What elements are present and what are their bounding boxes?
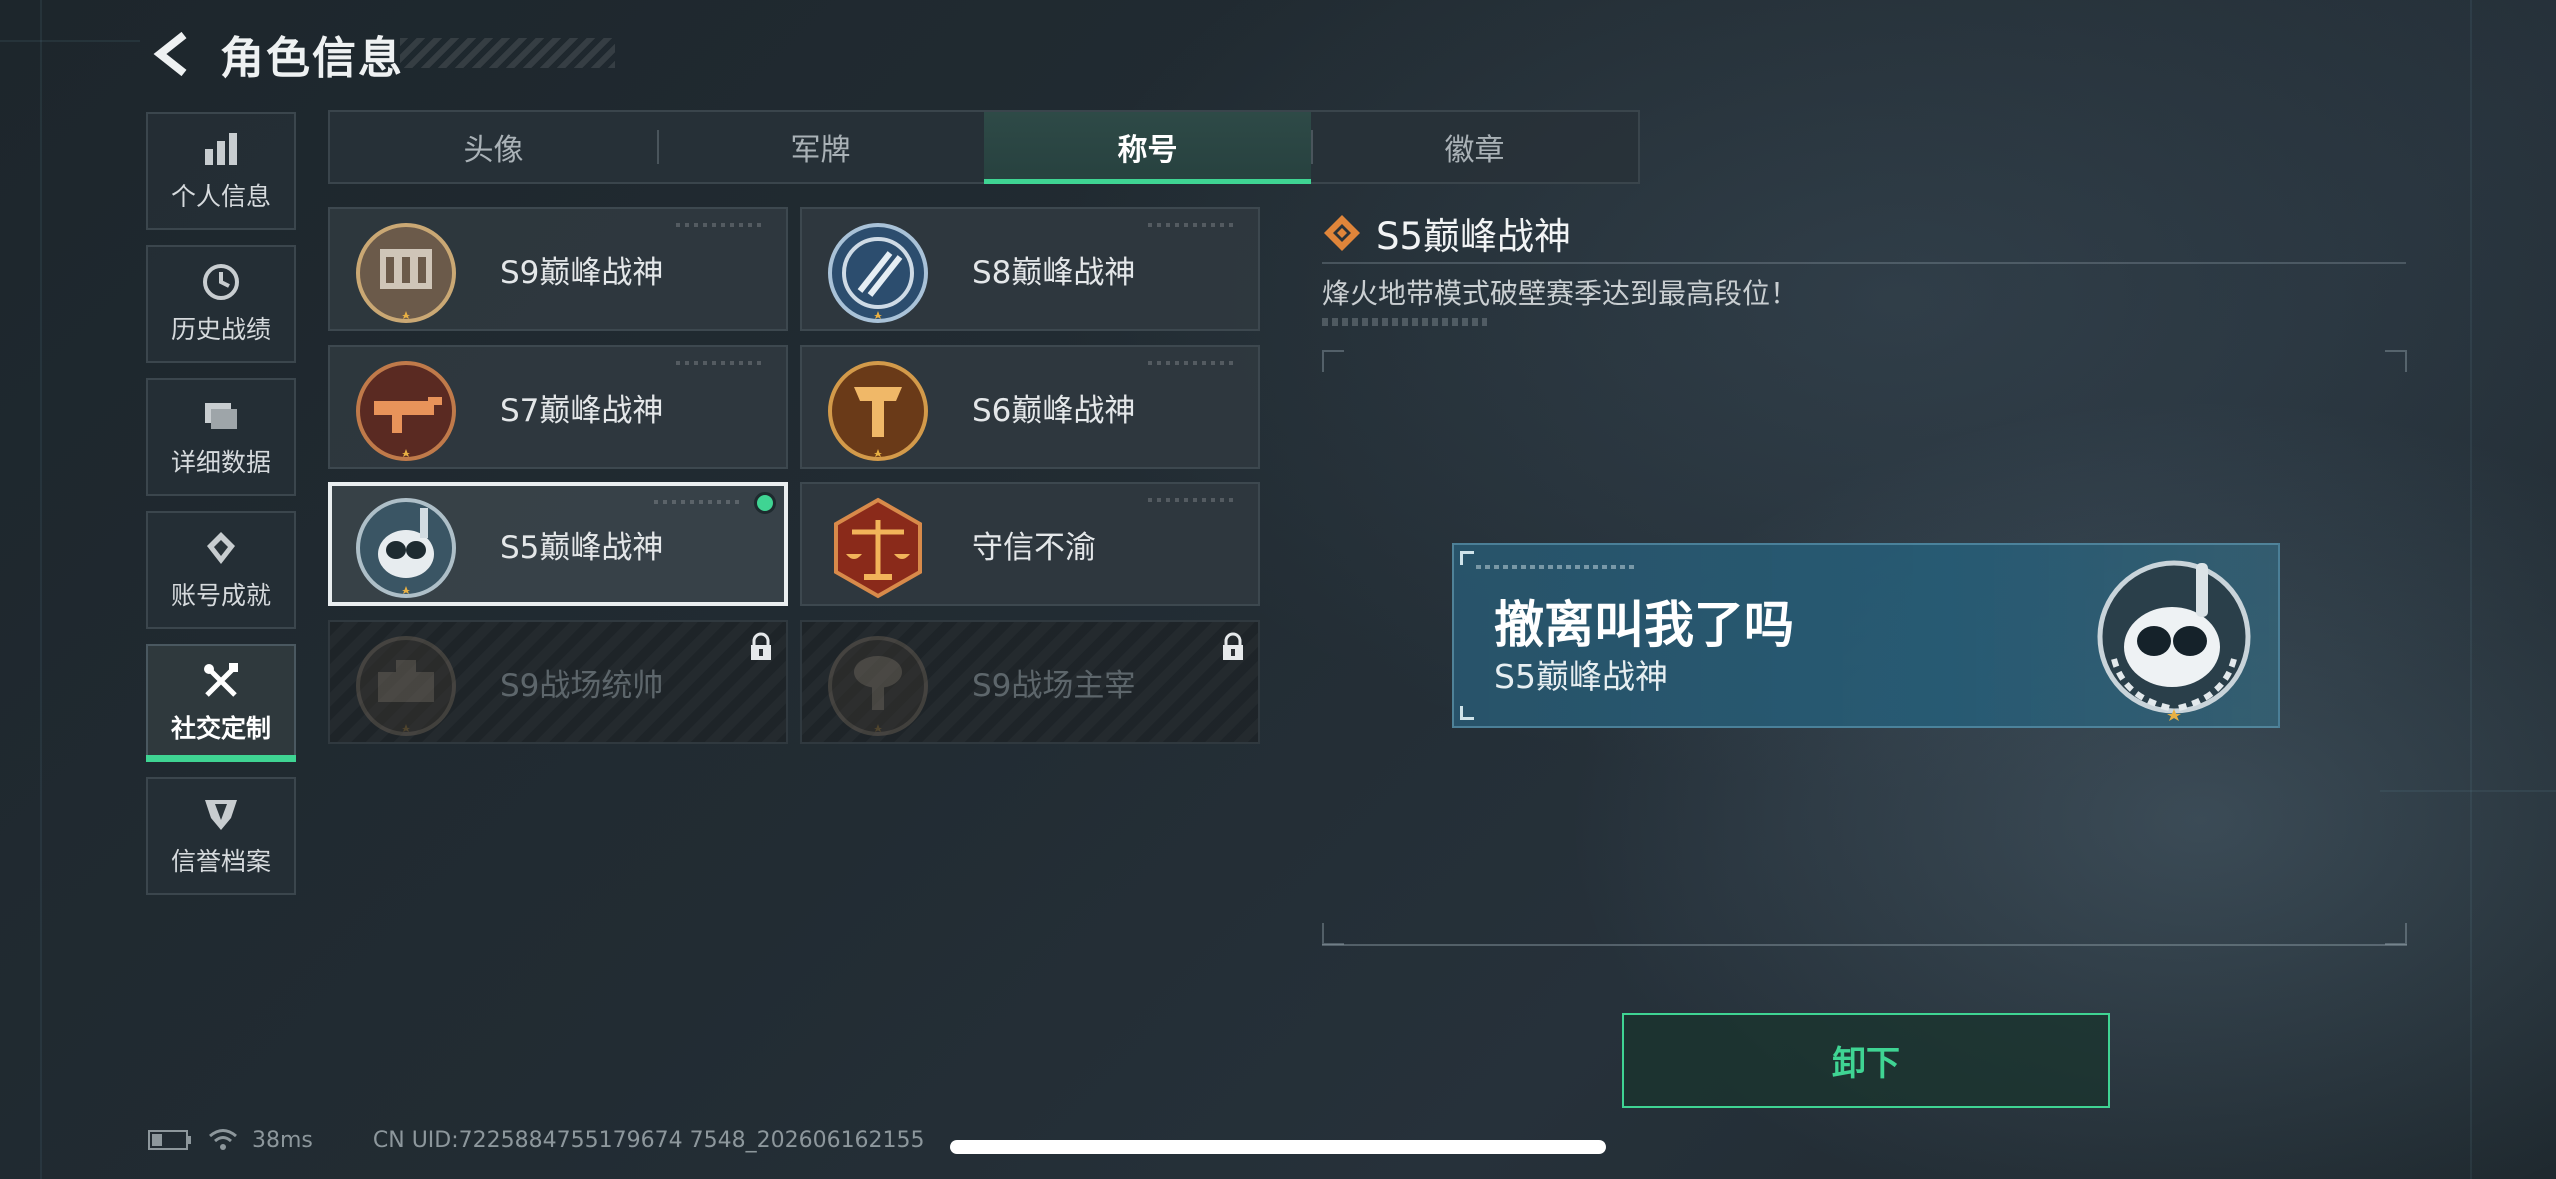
sidebar-item-social-custom[interactable]: 社交定制 (146, 644, 296, 762)
s5-peak-emblem-icon (2097, 560, 2251, 721)
unequip-button[interactable]: 卸下 (1622, 1013, 2110, 1108)
scales-emblem-icon (834, 497, 922, 599)
nameplate-corner (1460, 706, 1474, 720)
sidebar-item-label: 信誉档案 (170, 847, 271, 876)
title-card-s5-peak[interactable]: S5巅峰战神 (328, 482, 788, 606)
rarity-diamond-icon (1324, 215, 1360, 251)
sidebar-item-label: 社交定制 (170, 714, 271, 743)
home-indicator[interactable] (950, 1140, 1606, 1154)
sidebar-item-label: 个人信息 (170, 182, 271, 211)
sidebar-item-achievements[interactable]: 账号成就 (146, 511, 296, 629)
tab-badge[interactable]: 徽章 (1311, 112, 1638, 182)
title-card-keep-faith[interactable]: 守信不渝 (800, 482, 1260, 606)
s8-peak-emblem-icon (828, 223, 928, 323)
lock-icon (1223, 632, 1243, 660)
folder-icon (205, 403, 237, 429)
sidebar: 个人信息 历史战绩 详细数据 账号成就 社交定制 信誉档案 (146, 112, 296, 910)
title-card-label: S9巅峰战神 (500, 254, 664, 291)
tab-dog-tag[interactable]: 军牌 (657, 112, 984, 182)
s9-dominator-emblem-icon (828, 636, 928, 736)
s9-peak-emblem-icon (356, 223, 456, 323)
wifi-icon (209, 1129, 237, 1150)
s5-peak-emblem-icon (356, 498, 456, 598)
page-title: 角色信息 (220, 33, 404, 84)
sidebar-item-label: 历史战绩 (170, 315, 271, 344)
shield-icon (205, 800, 237, 830)
nameplate-corner (1460, 551, 1474, 565)
clock-icon (203, 264, 239, 300)
detail-header: S5巅峰战神 (1322, 206, 1571, 260)
nameplate-player-name: 撤离叫我了吗 (1494, 596, 1794, 654)
sidebar-item-label: 账号成就 (170, 581, 271, 610)
tab-avatar[interactable]: 头像 (330, 112, 657, 182)
detail-description: 烽火地带模式破壁赛季达到最高段位！ (1322, 277, 1799, 310)
back-arrow-icon[interactable] (150, 29, 194, 79)
title-card-label: S8巅峰战神 (972, 254, 1136, 291)
title-card-s6-peak[interactable]: S6巅峰战神 (800, 345, 1260, 469)
detail-divider (1322, 262, 2406, 264)
card-decoration (676, 223, 766, 227)
status-bar: 38ms CN UID:7225884755179674 7548_202606… (148, 1127, 925, 1153)
card-decoration (1148, 498, 1238, 502)
title-card-label: S5巅峰战神 (500, 529, 664, 566)
nameplate-preview: 撤离叫我了吗 S5巅峰战神 (1452, 543, 2280, 728)
sidebar-item-credit-record[interactable]: 信誉档案 (146, 777, 296, 895)
card-decoration (1148, 223, 1238, 227)
ping-value: 38ms (252, 1127, 313, 1153)
title-card-label: S6巅峰战神 (972, 392, 1136, 429)
sidebar-item-personal-info[interactable]: 个人信息 (146, 112, 296, 230)
card-decoration (676, 361, 766, 365)
sidebar-item-detailed-data[interactable]: 详细数据 (146, 378, 296, 496)
tab-title[interactable]: 称号 (984, 112, 1311, 184)
title-card-label: S9战场统帅 (500, 667, 664, 704)
s7-peak-emblem-icon (356, 361, 456, 461)
medal-icon (207, 532, 235, 564)
card-decoration (1148, 361, 1238, 365)
card-decoration (654, 500, 744, 504)
title-card-s9-peak[interactable]: S9巅峰战神 (328, 207, 788, 331)
s9-commander-emblem-icon (356, 636, 456, 736)
title-card-s9-commander[interactable]: S9战场统帅 (328, 620, 788, 744)
bar-chart-icon (205, 133, 237, 165)
title-card-s8-peak[interactable]: S8巅峰战神 (800, 207, 1260, 331)
preview-divider (1322, 944, 2407, 946)
equipped-indicator (754, 492, 776, 514)
title-card-label: S7巅峰战神 (500, 392, 664, 429)
detail-title-name: S5巅峰战神 (1376, 215, 1572, 258)
detail-decoration (1322, 318, 1487, 326)
title-card-label: 守信不渝 (972, 529, 1096, 566)
nameplate-decoration (1476, 565, 1636, 569)
lock-icon (751, 632, 771, 660)
sidebar-item-match-history[interactable]: 历史战绩 (146, 245, 296, 363)
category-tabs: 头像 军牌 称号 徽章 (328, 110, 1640, 184)
title-card-s7-peak[interactable]: S7巅峰战神 (328, 345, 788, 469)
uid-text: CN UID:7225884755179674 7548_20260616215… (372, 1127, 925, 1153)
page-header: 角色信息 (150, 22, 404, 86)
title-decoration (400, 38, 615, 68)
title-card-label: S9战场主宰 (972, 667, 1136, 704)
nameplate-title: S5巅峰战神 (1494, 657, 1668, 696)
sidebar-item-label: 详细数据 (170, 448, 271, 477)
tools-icon (204, 663, 238, 697)
s6-peak-emblem-icon (828, 361, 928, 461)
title-card-s9-dominator[interactable]: S9战场主宰 (800, 620, 1260, 744)
battery-icon (148, 1130, 191, 1150)
